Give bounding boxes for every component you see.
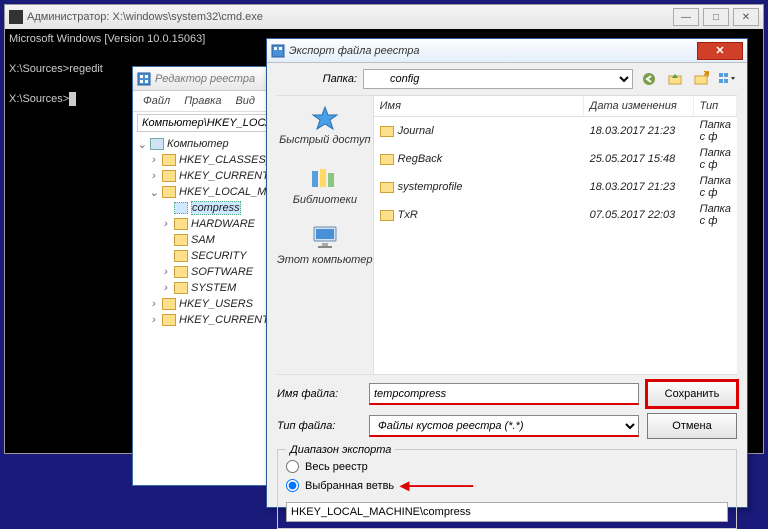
- star-icon: [309, 104, 341, 132]
- col-name[interactable]: Имя: [374, 96, 584, 116]
- arrow-annotation-icon: ◂————: [400, 475, 471, 496]
- new-folder-icon[interactable]: ✱: [691, 69, 711, 89]
- cmd-title-text: Администратор: X:\windows\system32\cmd.e…: [27, 11, 669, 23]
- file-row[interactable]: systemprofile 18.03.2017 21:23Папка с ф: [374, 173, 737, 201]
- folder-icon: [380, 210, 394, 221]
- scope-branch-radio[interactable]: [286, 479, 299, 492]
- file-listing[interactable]: Имя Дата изменения Тип Journal 18.03.2017…: [374, 96, 737, 374]
- place-libraries[interactable]: Библиотеки: [293, 164, 357, 206]
- place-this-pc[interactable]: Этот компьютер: [277, 224, 372, 266]
- menu-file[interactable]: Файл: [137, 93, 176, 109]
- scope-all-label: Весь реестр: [305, 461, 368, 473]
- file-date: 25.05.2017 15:48: [584, 145, 694, 173]
- file-row[interactable]: TxR 07.05.2017 22:03Папка с ф: [374, 201, 737, 229]
- scope-branch-row[interactable]: Выбранная ветвь ◂————: [286, 475, 728, 496]
- file-name: systemprofile: [398, 181, 463, 193]
- file-row[interactable]: Journal 18.03.2017 21:23Папка с ф: [374, 117, 737, 145]
- file-name: TxR: [398, 209, 418, 221]
- cmd-line: Microsoft Windows [Version 10.0.15063]: [9, 33, 205, 45]
- columns-header[interactable]: Имя Дата изменения Тип: [374, 96, 737, 117]
- folder-icon: [380, 126, 394, 137]
- regedit-icon: [137, 72, 151, 86]
- back-icon[interactable]: [639, 69, 659, 89]
- cancel-button[interactable]: Отмена: [647, 413, 737, 439]
- computer-icon: [309, 224, 341, 252]
- col-date[interactable]: Дата изменения: [584, 96, 694, 116]
- export-dialog: Экспорт файла реестра ✕ Папка: config ✱ …: [266, 38, 748, 508]
- menu-view[interactable]: Вид: [229, 93, 261, 109]
- col-type[interactable]: Тип: [694, 96, 737, 116]
- minimize-button[interactable]: —: [673, 8, 699, 26]
- file-type: Папка с ф: [694, 173, 737, 201]
- dialog-toolbar: Папка: config ✱: [267, 63, 747, 95]
- file-type: Папка с ф: [694, 145, 737, 173]
- close-button[interactable]: ✕: [697, 42, 743, 60]
- folder-icon: [380, 182, 394, 193]
- scope-branch-label: Выбранная ветвь: [305, 480, 394, 492]
- regedit-icon: [271, 44, 285, 58]
- filename-input[interactable]: [369, 383, 639, 405]
- folder-select[interactable]: config: [363, 69, 633, 89]
- menu-edit[interactable]: Правка: [178, 93, 227, 109]
- scope-all-radio[interactable]: [286, 460, 299, 473]
- cursor: [69, 92, 76, 106]
- maximize-button[interactable]: □: [703, 8, 729, 26]
- file-row[interactable]: RegBack 25.05.2017 15:48Папка с ф: [374, 145, 737, 173]
- file-date: 07.05.2017 22:03: [584, 201, 694, 229]
- views-icon[interactable]: [717, 69, 737, 89]
- file-type: Папка с ф: [694, 201, 737, 229]
- cmd-icon: [9, 10, 23, 24]
- file-type: Папка с ф: [694, 117, 737, 145]
- file-name: Journal: [398, 125, 434, 137]
- folder-label: Папка:: [277, 73, 357, 85]
- svg-text:✱: ✱: [703, 71, 709, 80]
- dialog-title-text: Экспорт файла реестра: [289, 45, 693, 57]
- dialog-fields: Имя файла: Сохранить Тип файла: Файлы ку…: [267, 375, 747, 445]
- cmd-titlebar[interactable]: Администратор: X:\windows\system32\cmd.e…: [5, 5, 763, 29]
- up-folder-icon[interactable]: [665, 69, 685, 89]
- scope-legend: Диапазон экспорта: [286, 444, 395, 456]
- file-date: 18.03.2017 21:23: [584, 173, 694, 201]
- close-button[interactable]: ✕: [733, 8, 759, 26]
- export-scope: Диапазон экспорта Весь реестр Выбранная …: [277, 449, 737, 529]
- libraries-icon: [309, 164, 341, 192]
- dialog-titlebar[interactable]: Экспорт файла реестра ✕: [267, 39, 747, 63]
- filetype-label: Тип файла:: [277, 420, 361, 432]
- dialog-main: Быстрый доступ Библиотеки Этот компьютер…: [277, 95, 737, 375]
- folder-icon: [380, 154, 394, 165]
- cmd-line: X:\Sources>: [9, 93, 69, 105]
- filename-label: Имя файла:: [277, 388, 361, 400]
- branch-path-input[interactable]: [286, 502, 728, 522]
- scope-all-row[interactable]: Весь реестр: [286, 460, 728, 473]
- file-name: RegBack: [398, 153, 443, 165]
- places-bar: Быстрый доступ Библиотеки Этот компьютер: [277, 96, 374, 374]
- save-button[interactable]: Сохранить: [647, 381, 737, 407]
- file-date: 18.03.2017 21:23: [584, 117, 694, 145]
- cmd-line: X:\Sources>regedit: [9, 63, 103, 75]
- place-quick-access[interactable]: Быстрый доступ: [279, 104, 370, 146]
- filetype-select[interactable]: Файлы кустов реестра (*.*): [369, 415, 639, 437]
